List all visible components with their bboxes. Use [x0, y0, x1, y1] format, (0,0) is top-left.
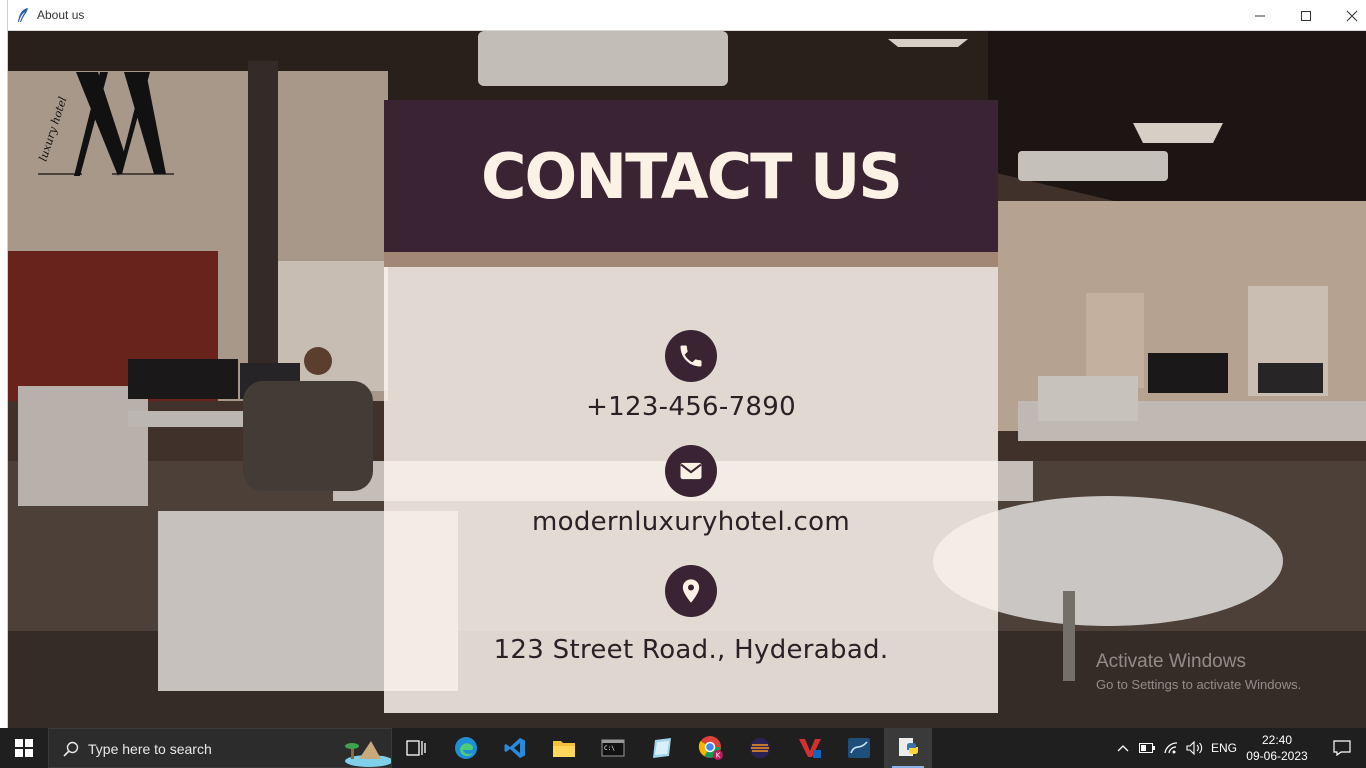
file-explorer-app-button[interactable]	[540, 728, 588, 768]
taskbar-clock[interactable]: 22:40 09-06-2023	[1240, 732, 1314, 764]
edge-app-button[interactable]	[442, 728, 490, 768]
task-view-icon	[406, 740, 426, 756]
window-title: About us	[37, 8, 85, 22]
speaker-icon	[1186, 741, 1203, 755]
watermark-line-2: Go to Settings to activate Windows.	[1096, 677, 1302, 692]
task-view-button[interactable]	[392, 728, 440, 768]
website-contact: modernluxuryhotel.com	[384, 445, 998, 537]
show-hidden-icons-button[interactable]	[1112, 728, 1134, 768]
terminal-icon: C:\	[601, 739, 625, 757]
mail-icon	[680, 462, 702, 480]
location-pin-icon	[682, 579, 700, 603]
window-left-edge	[0, 0, 8, 730]
chevron-up-icon	[1117, 745, 1129, 752]
python-app-button[interactable]	[884, 728, 932, 768]
notification-center-button[interactable]	[1318, 728, 1366, 768]
chrome-app-button[interactable]: K	[687, 728, 735, 768]
about-us-page: luxury hotel CONTACT US +123-456-7890 mo…	[8, 31, 1366, 728]
logo-script-text: luxury hotel	[36, 95, 69, 163]
window-titlebar: About us	[0, 0, 1366, 31]
search-icon	[63, 741, 79, 757]
clock-date: 09-06-2023	[1246, 749, 1308, 763]
visual-paradigm-app-button[interactable]	[786, 728, 834, 768]
visual-paradigm-icon	[799, 739, 821, 758]
terminal-app-button[interactable]: C:\	[589, 728, 637, 768]
wifi-icon	[1164, 742, 1178, 754]
street-address: 123 Street Road., Hyderabad.	[493, 635, 889, 665]
network-status[interactable]	[1160, 728, 1182, 768]
mail-icon-circle	[665, 445, 717, 497]
windows-taskbar: Type here to search C:\ K ENG 22:40 09-0…	[0, 728, 1366, 768]
chrome-icon: K	[698, 736, 723, 760]
phone-icon	[680, 345, 702, 367]
python-icon	[899, 738, 918, 756]
notes-app-button[interactable]	[638, 728, 686, 768]
search-placeholder: Type here to search	[88, 741, 212, 757]
contact-card-header: CONTACT US	[384, 100, 998, 252]
taskbar-search-box[interactable]: Type here to search	[48, 728, 392, 768]
phone-contact: +123-456-7890	[384, 330, 998, 422]
phone-icon-circle	[665, 330, 717, 382]
input-language-indicator[interactable]: ENG	[1208, 728, 1240, 768]
maximize-icon	[1301, 10, 1311, 21]
folder-icon	[553, 741, 575, 757]
svg-text:C:\: C:\	[604, 745, 615, 752]
eclipse-icon	[750, 738, 770, 758]
hotel-logo: luxury hotel	[36, 72, 174, 176]
phone-number[interactable]: +123-456-7890	[384, 392, 998, 422]
vscode-app-button[interactable]	[491, 728, 539, 768]
eclipse-app-button[interactable]	[736, 728, 784, 768]
clock-time: 22:40	[1261, 733, 1293, 747]
start-button[interactable]	[0, 728, 48, 768]
close-button[interactable]	[1329, 0, 1366, 31]
edge-icon	[455, 737, 477, 759]
mysql-workbench-icon	[848, 738, 870, 758]
close-icon	[1346, 10, 1358, 21]
website-address[interactable]: modernluxuryhotel.com	[384, 507, 998, 537]
watermark-line-1: Activate Windows	[1096, 651, 1246, 672]
windows-logo-icon	[15, 739, 33, 757]
vscode-icon	[504, 738, 525, 758]
volume-control[interactable]	[1184, 728, 1206, 768]
feather-icon	[18, 8, 28, 22]
contact-card-body: +123-456-7890 modernluxuryhotel.com 123 …	[384, 267, 998, 713]
battery-status[interactable]	[1136, 728, 1158, 768]
contact-card-divider	[384, 252, 998, 267]
search-highlight-art-icon	[345, 741, 391, 767]
contact-heading: CONTACT US	[481, 139, 903, 213]
maximize-button[interactable]	[1283, 0, 1329, 31]
address-contact: 123 Street Road., Hyderabad.	[384, 565, 998, 665]
activate-windows-watermark: Activate Windows Go to Settings to activ…	[1096, 651, 1301, 692]
minimize-button[interactable]	[1237, 0, 1283, 31]
mysql-workbench-app-button[interactable]	[835, 728, 883, 768]
minimize-icon	[1255, 15, 1265, 16]
location-icon-circle	[665, 565, 717, 617]
svg-text:K: K	[716, 752, 721, 760]
notification-icon	[1333, 740, 1351, 756]
notes-icon	[653, 738, 671, 758]
battery-icon	[1139, 743, 1155, 753]
